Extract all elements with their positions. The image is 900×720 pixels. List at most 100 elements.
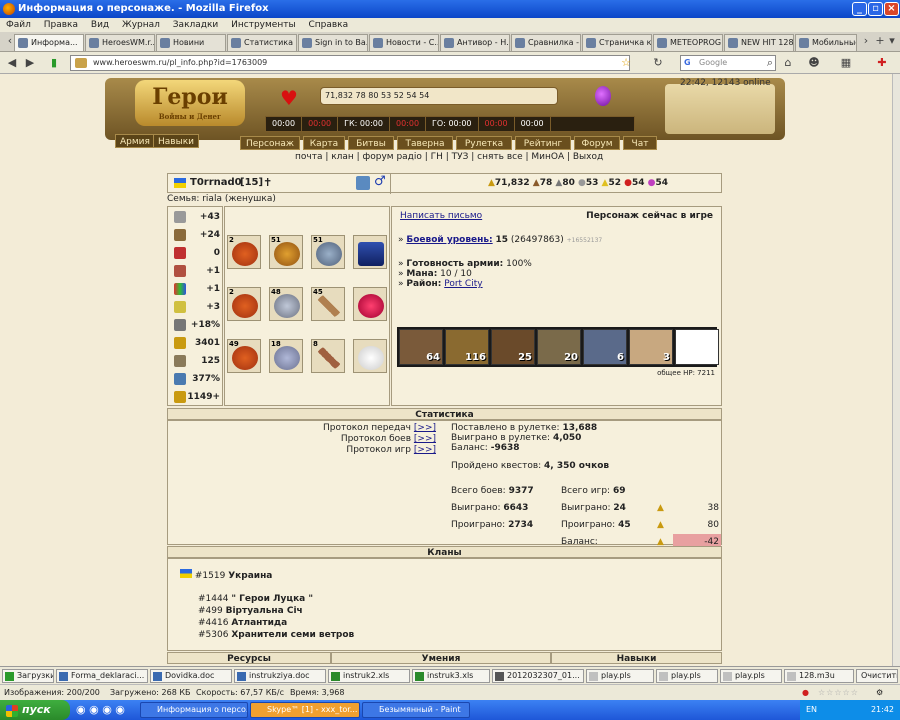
tab-1[interactable]: HeroesWM.r... [85, 34, 155, 51]
army-unit[interactable]: 25 [491, 329, 535, 365]
protocol-link[interactable]: [>>] [414, 434, 436, 444]
slot-amulet[interactable]: 2 [227, 235, 261, 269]
nav-map[interactable]: Карта [303, 136, 345, 150]
army-button[interactable]: Армия [115, 134, 155, 148]
slot-ring2[interactable]: 49 [227, 339, 261, 373]
nav-chat[interactable]: Чат [623, 136, 657, 150]
protocol-link[interactable]: [>>] [414, 423, 436, 433]
morale-icon [174, 301, 186, 313]
download-item[interactable]: play.pls [720, 669, 782, 683]
nav-battles[interactable]: Битвы [348, 136, 394, 150]
download-item[interactable]: 2012032307_01... [492, 669, 584, 683]
menu-grid-icon[interactable]: ▦ [838, 55, 854, 71]
download-item[interactable]: instruk3.xls [412, 669, 490, 683]
army-unit[interactable]: 20 [537, 329, 581, 365]
clan-row[interactable]: #4416 Атлантида [198, 617, 354, 629]
write-letter-link[interactable]: Написать письмо [400, 211, 482, 221]
tab-0[interactable]: Информа... [14, 34, 84, 51]
mana-potion-icon[interactable] [595, 86, 611, 106]
taskbar-skype[interactable]: Skype™ [1] - xxx_tor... [250, 702, 360, 718]
protocol-battles: Протокол боев [>>] [340, 434, 436, 444]
search-icon[interactable]: ⌕ [762, 55, 778, 71]
download-item[interactable]: play.pls [586, 669, 654, 683]
slot-cloak[interactable]: 51 [311, 235, 345, 269]
tab-10[interactable]: NEW HIT 128... [724, 34, 794, 51]
clan-row[interactable]: #5306 Хранители семи ветров [198, 629, 354, 641]
home-icon[interactable]: ⌂ [780, 55, 796, 71]
download-item[interactable]: play.pls [656, 669, 718, 683]
close-button[interactable]: × [884, 2, 899, 16]
tab-8[interactable]: Страничка к... [582, 34, 652, 51]
army-unit[interactable]: 3 [629, 329, 673, 365]
back-icon[interactable]: ◀ [4, 55, 20, 71]
menu-bookmarks[interactable]: Закладки [173, 20, 219, 30]
vertical-scrollbar[interactable] [892, 74, 900, 666]
game-logo[interactable]: Герои Войны и Денег [135, 80, 245, 126]
menu-edit[interactable]: Правка [44, 20, 78, 30]
downloads-button[interactable]: Загрузки [2, 669, 54, 683]
slot-ring[interactable]: 2 [227, 287, 261, 321]
slot-boots[interactable]: 18 [269, 339, 303, 373]
menu-help[interactable]: Справка [308, 20, 348, 30]
download-item[interactable]: 128.m3u [784, 669, 854, 683]
tab-3[interactable]: Статистика ... [227, 34, 297, 51]
nav-character[interactable]: Персонаж [240, 136, 300, 150]
slot-armor[interactable]: 48 [269, 287, 303, 321]
army-unit[interactable]: 116 [445, 329, 489, 365]
tab-6[interactable]: Антивор - Н... [440, 34, 510, 51]
quicklaunch-icons[interactable]: ◉ ◉ ◉ ◉ [76, 703, 125, 716]
tab-11[interactable]: Мобильные ... [795, 34, 857, 51]
download-item[interactable]: Forma_deklaraci... [56, 669, 148, 683]
slot-gem[interactable] [353, 287, 387, 321]
nav-forum[interactable]: Форум [574, 136, 620, 150]
menu-tools[interactable]: Инструменты [231, 20, 295, 30]
menu-file[interactable]: Файл [6, 20, 31, 30]
maximize-button[interactable]: ▫ [868, 2, 883, 16]
combat-level-label[interactable]: Боевой уровень: [406, 235, 492, 245]
clan-row[interactable]: #499 Віртуальна Січ [198, 605, 354, 617]
taskbar-firefox[interactable]: Информация о персо... [140, 702, 248, 718]
slot-horse[interactable] [353, 339, 387, 373]
slot-book[interactable] [353, 235, 387, 269]
heart-icon[interactable]: ♥ [280, 86, 298, 110]
download-item[interactable]: Dovidka.doc [150, 669, 232, 683]
army-unit[interactable]: 6 [583, 329, 627, 365]
url-bar[interactable]: www.heroeswm.ru/pl_info.php?id=1763009 [70, 55, 630, 71]
slot-shield[interactable]: 8 [311, 339, 345, 373]
nav-rating[interactable]: Рейтинг [515, 136, 571, 150]
army-unit[interactable]: 64 [399, 329, 443, 365]
clan-row[interactable]: #1519 Украина [180, 569, 272, 581]
menu-view[interactable]: Вид [91, 20, 109, 30]
tab-2[interactable]: Новини [156, 34, 226, 51]
tab-7[interactable]: Сравнилка - ... [511, 34, 581, 51]
download-item[interactable]: instrukziya.doc [234, 669, 326, 683]
protocol-link[interactable]: [>>] [414, 445, 436, 455]
tab-9[interactable]: METEOPROG... [653, 34, 723, 51]
gear-icon[interactable]: ⚙ [876, 685, 883, 700]
tab-list-icon[interactable]: ▾ [884, 33, 900, 49]
forward-icon[interactable]: ▶ [22, 55, 38, 71]
player-name[interactable]: T0rrnad0 [190, 177, 242, 188]
download-item[interactable]: instruk2.xls [328, 669, 410, 683]
clan-row[interactable]: #1444 " Герои Луцка " [198, 593, 354, 605]
slot-helmet[interactable]: 51 [269, 235, 303, 269]
minimize-button[interactable]: _ [852, 2, 867, 16]
addon-icon[interactable]: ☻ [806, 55, 822, 71]
menu-history[interactable]: Журнал [122, 20, 160, 30]
tab-4[interactable]: Sign in to Ba... [298, 34, 368, 51]
header-links[interactable]: почта | клан | форум радіо | ГН | ТУЗ | … [295, 152, 603, 162]
reload-icon[interactable]: ↻ [650, 55, 666, 71]
slot-weapon[interactable]: 45 [311, 287, 345, 321]
scroll-icon[interactable] [356, 176, 370, 190]
stat-defense: +24 [172, 227, 220, 243]
nav-roulette[interactable]: Рулетка [456, 136, 512, 150]
bookmark-star-icon[interactable]: ☆ [618, 55, 634, 71]
clear-downloads-button[interactable]: Очистить [856, 669, 898, 683]
language-indicator[interactable]: EN [806, 705, 817, 714]
addon-red-icon[interactable]: ✚ [874, 55, 890, 71]
nav-tavern[interactable]: Таверна [397, 136, 453, 150]
tab-5[interactable]: Новости - С... [369, 34, 439, 51]
district-link[interactable]: Port City [444, 279, 482, 289]
skills-button[interactable]: Навыки [153, 134, 199, 148]
taskbar-paint[interactable]: Безымянный - Paint [362, 702, 470, 718]
